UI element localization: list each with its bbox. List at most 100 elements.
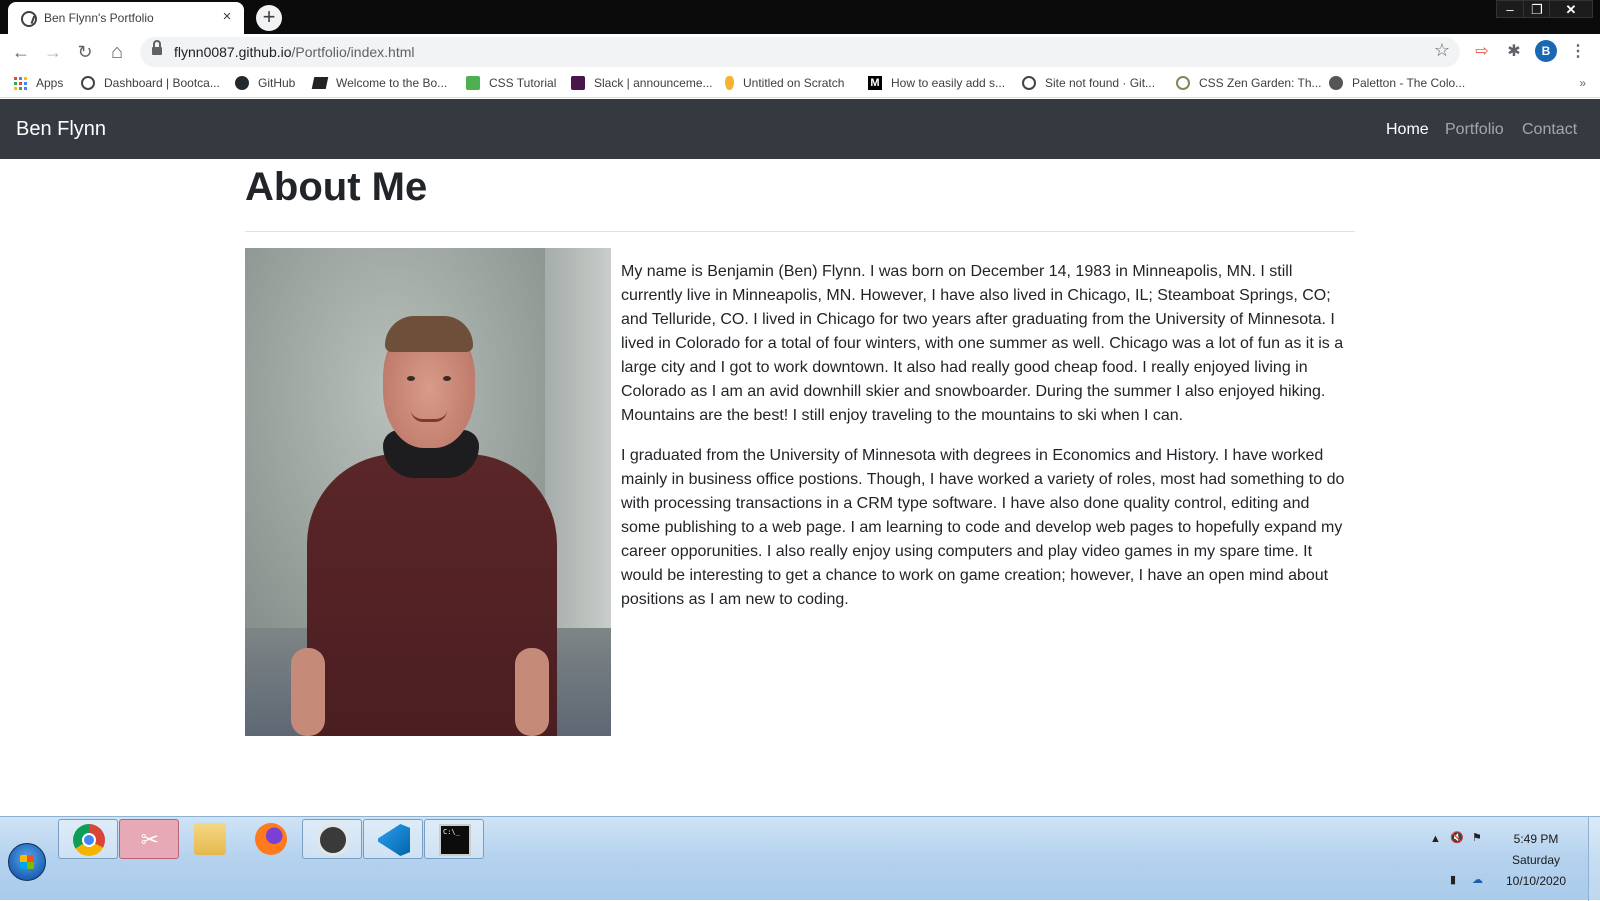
url-path: /Portfolio/index.html xyxy=(291,44,415,60)
clock-day: Saturday xyxy=(1511,853,1561,867)
globe-icon xyxy=(21,11,37,27)
bookmark-scratch[interactable]: Untitled on Scratch xyxy=(725,76,844,90)
bookmark-label: Apps xyxy=(36,76,64,90)
divider xyxy=(245,231,1355,232)
network-icon[interactable]: ▮ xyxy=(1450,873,1456,886)
bookmark-dashboard[interactable]: Dashboard | Bootca... xyxy=(81,76,220,90)
bio-text: My name is Benjamin (Ben) Flynn. I was b… xyxy=(621,248,1345,736)
start-button[interactable] xyxy=(8,843,46,881)
bookmark-medium[interactable]: M How to easily add s... xyxy=(868,76,1005,90)
bookmark-welcome[interactable]: Welcome to the Bo... xyxy=(311,76,448,90)
lock-icon[interactable] xyxy=(152,40,162,57)
bookmark-label: Slack | announceme... xyxy=(594,76,713,90)
nav-link-home[interactable]: Home xyxy=(1386,121,1429,139)
new-tab-button[interactable]: + xyxy=(256,5,282,31)
extensions-puzzle-icon[interactable]: ✱ xyxy=(1502,40,1526,64)
nav-link-contact[interactable]: Contact xyxy=(1522,121,1577,139)
reload-button[interactable]: ↻ xyxy=(72,39,98,65)
paletton-icon xyxy=(1329,76,1343,90)
bookmarks-overflow-button[interactable]: » xyxy=(1579,76,1586,90)
site-brand[interactable]: Ben Flynn xyxy=(16,118,106,141)
address-bar[interactable]: flynn0087.github.io/Portfolio/index.html… xyxy=(140,37,1460,67)
bookmark-label: Welcome to the Bo... xyxy=(336,76,448,90)
show-desktop-button[interactable] xyxy=(1588,817,1600,901)
bookmark-label: GitHub xyxy=(258,76,296,90)
bookmark-site-not-found[interactable]: Site not found · Git... xyxy=(1022,76,1155,90)
vscode-icon xyxy=(378,824,410,856)
clock-date: 10/10/2020 xyxy=(1505,874,1567,888)
window-close-button[interactable]: ✕ xyxy=(1549,0,1593,18)
bookmark-label: Paletton - The Colo... xyxy=(1352,76,1466,90)
browser-menu-icon[interactable]: ⋮ xyxy=(1566,40,1590,64)
taskbar-command-prompt[interactable] xyxy=(424,819,484,859)
profile-avatar[interactable]: B xyxy=(1535,40,1557,62)
clock[interactable]: 5:49 PM Saturday 10/10/2020 xyxy=(1488,829,1584,892)
taskbar-snipping-tool[interactable]: ✂ xyxy=(119,819,179,859)
bookmark-slack[interactable]: Slack | announceme... xyxy=(571,76,713,90)
taskbar-obs[interactable] xyxy=(302,819,362,859)
page-title: About Me xyxy=(245,165,428,209)
site-navbar: Ben Flynn Home Portfolio Contact xyxy=(0,99,1600,159)
forward-button[interactable]: → xyxy=(40,39,66,65)
show-hidden-icons-icon[interactable]: ▲ xyxy=(1430,833,1441,845)
bio-paragraph: My name is Benjamin (Ben) Flynn. I was b… xyxy=(621,263,1344,424)
extension-icon[interactable]: ⇨ xyxy=(1470,40,1494,64)
photo-hand xyxy=(515,648,549,736)
taskbar-file-explorer[interactable] xyxy=(180,819,240,859)
tab-strip: Ben Flynn's Portfolio × + – ❐ ✕ xyxy=(0,0,1600,34)
obs-icon xyxy=(317,824,349,856)
github-icon xyxy=(235,76,249,90)
bookmark-label: CSS Zen Garden: Th... xyxy=(1199,76,1322,90)
maximize-button[interactable]: ❐ xyxy=(1523,0,1551,18)
minimize-button[interactable]: – xyxy=(1496,0,1524,18)
url-text[interactable]: flynn0087.github.io/Portfolio/index.html xyxy=(174,44,415,60)
clock-time: 5:49 PM xyxy=(1513,832,1559,846)
photo-eye xyxy=(443,376,451,381)
globe-icon xyxy=(1022,76,1036,90)
bookmarks-bar: Apps Dashboard | Bootca... GitHub Welcom… xyxy=(0,70,1600,98)
taskbar-firefox[interactable] xyxy=(241,819,301,859)
bookmark-label: How to easily add s... xyxy=(891,76,1006,90)
cloud-sync-icon[interactable]: ☁ xyxy=(1472,873,1483,886)
photo-eye xyxy=(407,376,415,381)
system-tray: ▲ 🔇 ⚑ ▮ ☁ 5:49 PM Saturday 10/10/2020 xyxy=(1424,817,1600,901)
bio-paragraph: I graduated from the University of Minne… xyxy=(621,447,1345,608)
slack-icon xyxy=(571,76,585,90)
nav-link-portfolio[interactable]: Portfolio xyxy=(1445,121,1504,139)
bookmark-star-icon[interactable]: ☆ xyxy=(1434,40,1450,61)
medium-icon: M xyxy=(868,76,882,90)
about-row: My name is Benjamin (Ben) Flynn. I was b… xyxy=(245,248,1355,736)
taskbar: ✂ ▲ 🔇 ⚑ ▮ ☁ 5:49 PM Saturday 10/10/2020 xyxy=(0,816,1600,901)
volume-muted-icon[interactable]: 🔇 xyxy=(1450,831,1464,844)
taskbar-vscode[interactable] xyxy=(363,819,423,859)
book-icon xyxy=(311,77,329,89)
bookmark-paletton[interactable]: Paletton - The Colo... xyxy=(1329,76,1465,90)
browser-toolbar: ← → ↻ ⌂ flynn0087.github.io/Portfolio/in… xyxy=(0,34,1600,70)
file-explorer-icon xyxy=(194,823,226,855)
command-prompt-icon xyxy=(439,824,471,856)
bookmark-label: Site not found · Git... xyxy=(1045,76,1156,90)
bookmark-css-zen-garden[interactable]: CSS Zen Garden: Th... xyxy=(1176,76,1322,90)
home-button[interactable]: ⌂ xyxy=(104,39,130,65)
photo-hair xyxy=(385,316,473,352)
firefox-icon xyxy=(255,823,287,855)
photo-hand xyxy=(291,648,325,736)
tab-title: Ben Flynn's Portfolio xyxy=(44,11,154,25)
snipping-tool-icon: ✂ xyxy=(140,827,160,852)
globe-icon xyxy=(81,76,95,90)
bookmark-apps[interactable]: Apps xyxy=(14,76,63,90)
browser-tab[interactable]: Ben Flynn's Portfolio × xyxy=(8,2,244,34)
back-button[interactable]: ← xyxy=(8,39,34,65)
bookmark-label: Untitled on Scratch xyxy=(743,76,845,90)
about-section: About Me My name is Benjamin (Ben) Flynn… xyxy=(245,159,1355,736)
tab-close-button[interactable]: × xyxy=(218,8,236,26)
bookmark-label: CSS Tutorial xyxy=(489,76,557,90)
taskbar-chrome[interactable] xyxy=(58,819,118,859)
bookmark-css-tutorial[interactable]: CSS Tutorial xyxy=(466,76,556,90)
zen-icon xyxy=(1176,76,1190,90)
action-center-icon[interactable]: ⚑ xyxy=(1472,831,1482,844)
scratch-icon xyxy=(725,76,734,90)
profile-photo xyxy=(245,248,611,736)
bookmark-github[interactable]: GitHub xyxy=(235,76,295,90)
chrome-icon xyxy=(73,824,105,856)
